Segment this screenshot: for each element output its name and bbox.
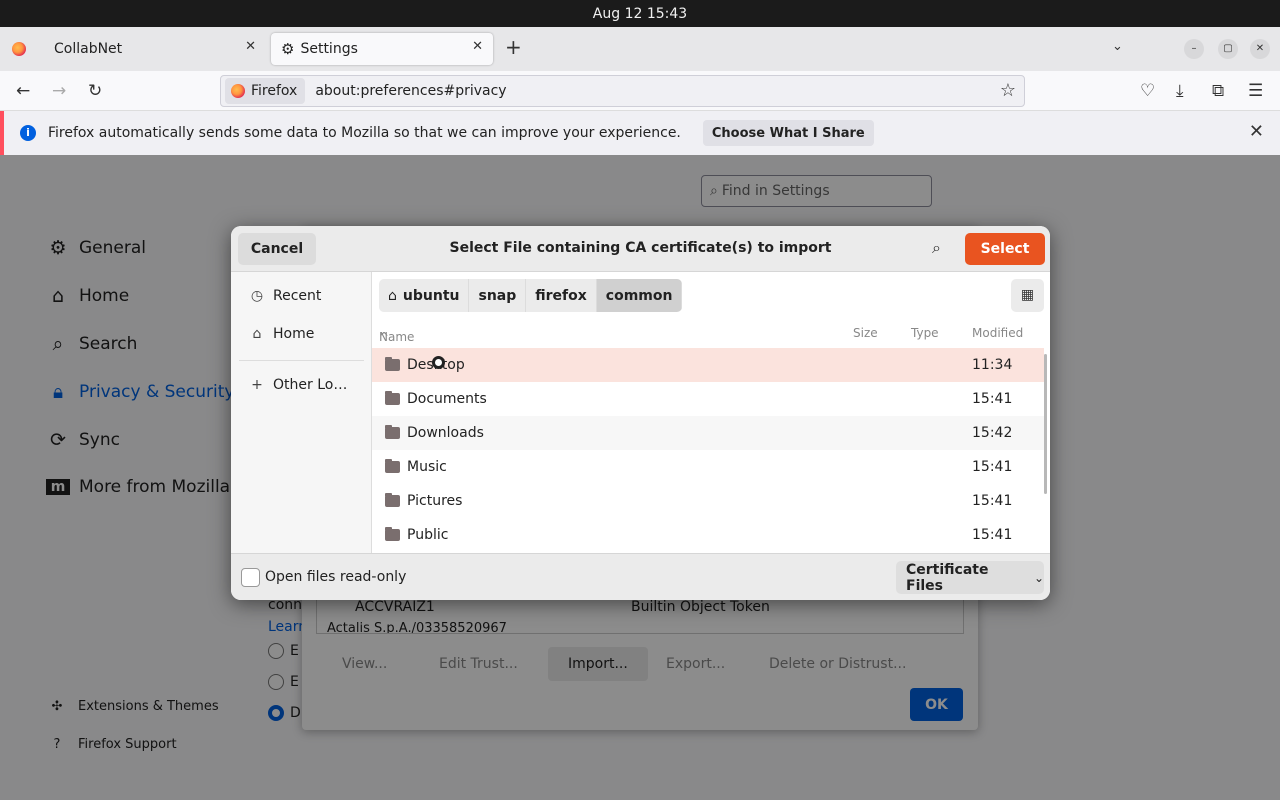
folder-icon (385, 493, 400, 507)
folder-icon (385, 459, 400, 473)
file-modified: 15:42 (972, 425, 1013, 441)
breadcrumb-label: ubuntu (402, 287, 460, 304)
file-chooser-dialog: Select File containing CA certificate(s)… (231, 226, 1050, 600)
sort-ascending-icon: ^ (379, 330, 390, 344)
close-tab-icon[interactable]: ✕ (472, 39, 483, 54)
search-icon[interactable]: ⌕ (932, 238, 941, 258)
tab-collabnet[interactable]: CollabNet ✕ (44, 33, 266, 65)
place-home[interactable]: ⌂ Home (249, 326, 315, 342)
folder-icon (385, 425, 400, 439)
chevron-down-icon: ⌄ (1033, 570, 1044, 585)
back-arrow-icon[interactable]: ← (16, 81, 30, 101)
info-icon: i (20, 125, 36, 141)
read-only-checkbox[interactable] (241, 568, 260, 587)
extensions-icon[interactable]: ⧉ (1212, 81, 1224, 101)
read-only-label: Open files read-only (265, 569, 407, 585)
file-modified: 15:41 (972, 527, 1013, 543)
file-name: Public (407, 527, 449, 543)
clock-icon: ◷ (250, 288, 264, 304)
cancel-button[interactable]: Cancel (238, 233, 316, 265)
breadcrumb-snap[interactable]: snap (469, 279, 527, 312)
file-row-downloads[interactable]: Downloads 15:42 (372, 416, 1044, 450)
url-text[interactable]: about:preferences#privacy (315, 83, 506, 99)
breadcrumb-ubuntu[interactable]: ⌂ ubuntu (379, 279, 470, 312)
clock[interactable]: Aug 12 15:43 (593, 6, 687, 22)
filter-label: Certificate Files (906, 561, 989, 594)
new-tab-icon[interactable]: + (505, 35, 522, 59)
column-modified[interactable]: Modified (972, 326, 1023, 340)
file-browser: ⌂ ubuntu snap firefox common ▦ Name ^ Siz… (372, 272, 1050, 553)
star-icon[interactable]: ☆ (1000, 80, 1016, 101)
reload-icon[interactable]: ↻ (88, 81, 102, 101)
breadcrumb-firefox[interactable]: firefox (526, 279, 597, 312)
close-window-icon[interactable]: ✕ (1250, 39, 1270, 59)
breadcrumb: ⌂ ubuntu snap firefox common (379, 279, 683, 312)
column-headers: Name ^ Size Type Modified (372, 322, 1050, 346)
file-row-pictures[interactable]: Pictures 15:41 (372, 484, 1044, 518)
tab-settings[interactable]: ⚙ Settings ✕ (271, 33, 493, 65)
grid-view-icon[interactable]: ▦ (1011, 279, 1044, 312)
dialog-footer: Open files read-only Certificate Files ⌄ (231, 553, 1050, 600)
pocket-icon[interactable]: ♡ (1140, 81, 1155, 101)
tab-label: Settings (300, 41, 358, 57)
place-other-locations[interactable]: + Other Lo… (249, 377, 347, 393)
home-icon: ⌂ (252, 326, 262, 342)
folder-icon (385, 357, 400, 371)
column-size[interactable]: Size (853, 326, 878, 340)
breadcrumb-common[interactable]: common (596, 279, 683, 312)
file-modified: 15:41 (972, 493, 1013, 509)
file-modified: 11:34 (972, 357, 1013, 373)
mouse-cursor-icon (432, 356, 445, 369)
dialog-header: Select File containing CA certificate(s)… (231, 226, 1050, 272)
file-row-desktop[interactable]: Desktop 11:34 (372, 348, 1044, 382)
file-name: Documents (407, 391, 487, 407)
gear-icon: ⚙ (281, 40, 295, 58)
file-name: Music (407, 459, 447, 475)
file-type-filter-dropdown[interactable]: Certificate Files ⌄ (896, 561, 1044, 594)
forward-arrow-icon[interactable]: → (52, 81, 66, 101)
dialog-title: Select File containing CA certificate(s)… (449, 240, 832, 256)
plus-icon: + (251, 377, 263, 393)
file-name: Pictures (407, 493, 463, 509)
notification-text: Firefox automatically sends some data to… (48, 125, 681, 141)
place-label: Recent (273, 288, 322, 304)
firefox-view-icon[interactable] (12, 42, 26, 56)
place-recent[interactable]: ◷ Recent (249, 288, 322, 304)
data-notification-bar: i Firefox automatically sends some data … (0, 111, 1280, 155)
minimize-icon[interactable]: – (1184, 39, 1204, 59)
file-modified: 15:41 (972, 459, 1013, 475)
file-name: Downloads (407, 425, 484, 441)
place-label: Home (273, 326, 315, 342)
home-icon: ⌂ (388, 287, 397, 304)
file-row-documents[interactable]: Documents 15:41 (372, 382, 1044, 416)
chevron-down-icon[interactable]: ⌄ (1112, 39, 1123, 54)
identity-label: Firefox (251, 83, 298, 99)
divider (239, 360, 364, 361)
close-tab-icon[interactable]: ✕ (245, 39, 256, 54)
file-modified: 15:41 (972, 391, 1013, 407)
select-button[interactable]: Select (965, 233, 1045, 265)
menu-icon[interactable]: ☰ (1248, 81, 1263, 101)
tab-label: CollabNet (54, 41, 123, 57)
place-label: Other Lo… (273, 377, 348, 393)
places-sidebar: ◷ Recent ⌂ Home + Other Lo… (231, 272, 372, 553)
file-row-music[interactable]: Music 15:41 (372, 450, 1044, 484)
nav-bar: ← → ↻ Firefox about:preferences#privacy … (0, 71, 1280, 111)
file-list: Desktop 11:34 Documents 15:41 Downloads … (372, 348, 1044, 552)
identity-box[interactable]: Firefox (225, 78, 306, 104)
firefox-logo-icon (231, 84, 245, 98)
tab-strip: CollabNet ✕ ⚙ Settings ✕ + ⌄ – ▢ ✕ (0, 27, 1280, 71)
choose-what-i-share-button[interactable]: Choose What I Share (702, 120, 874, 146)
maximize-icon[interactable]: ▢ (1218, 39, 1238, 59)
close-icon[interactable]: ✕ (1249, 121, 1264, 142)
folder-icon (385, 527, 400, 541)
file-row-public[interactable]: Public 15:41 (372, 518, 1044, 552)
column-type[interactable]: Type (911, 326, 939, 340)
folder-icon (385, 391, 400, 405)
url-bar[interactable]: Firefox about:preferences#privacy ☆ (220, 75, 1025, 107)
system-top-bar: Aug 12 15:43 (0, 0, 1280, 27)
download-icon[interactable]: ⤓ (1176, 81, 1184, 101)
scrollbar[interactable] (1044, 354, 1047, 494)
